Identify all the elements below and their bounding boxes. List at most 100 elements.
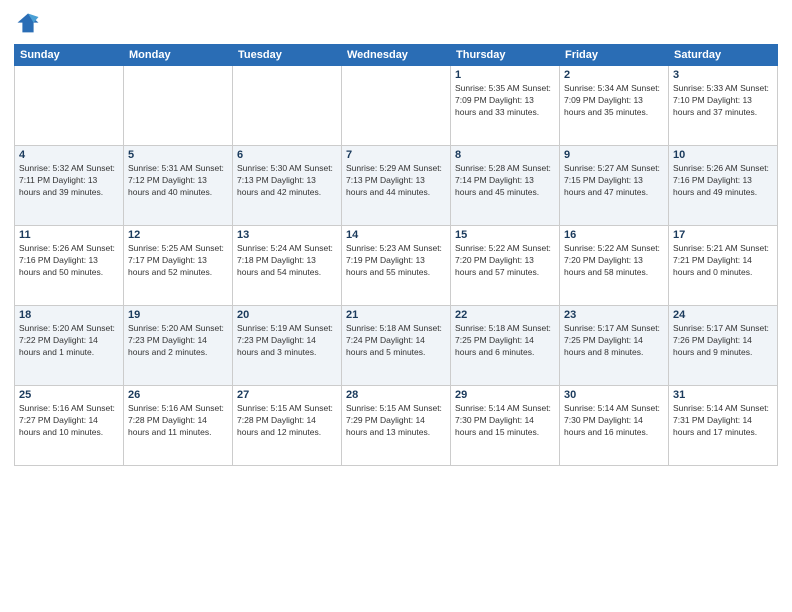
day-info: Sunrise: 5:32 AM Sunset: 7:11 PM Dayligh… bbox=[19, 163, 119, 199]
calendar-cell: 31 Sunrise: 5:14 AM Sunset: 7:31 PM Dayli… bbox=[669, 386, 778, 466]
calendar-cell: 28Sunrise: 5:15 AM Sunset: 7:29 PM Dayli… bbox=[342, 386, 451, 466]
calendar-cell bbox=[124, 66, 233, 146]
day-number: 30 bbox=[564, 389, 664, 401]
day-number: 19 bbox=[128, 309, 228, 321]
calendar-cell: 4 Sunrise: 5:32 AM Sunset: 7:11 PM Daylig… bbox=[15, 146, 124, 226]
calendar-week-row: 25 Sunrise: 5:16 AM Sunset: 7:27 PM Dayli… bbox=[15, 386, 778, 466]
day-number: 21 bbox=[346, 309, 446, 321]
weekday-header: Thursday bbox=[451, 45, 560, 66]
day-info: Sunrise: 5:15 AM Sunset: 7:28 PM Dayligh… bbox=[237, 403, 337, 439]
day-number: 29 bbox=[455, 389, 555, 401]
day-number: 18 bbox=[19, 309, 119, 321]
day-info: Sunrise: 5:26 AM Sunset: 7:16 PM Dayligh… bbox=[673, 163, 773, 199]
calendar-cell: 1 Sunrise: 5:35 AM Sunset: 7:09 PM Daylig… bbox=[451, 66, 560, 146]
day-number: 24 bbox=[673, 309, 773, 321]
day-number: 13 bbox=[237, 229, 337, 241]
day-number: 26 bbox=[128, 389, 228, 401]
day-info: Sunrise: 5:20 AM Sunset: 7:23 PM Dayligh… bbox=[128, 323, 228, 359]
calendar-week-row: 1 Sunrise: 5:35 AM Sunset: 7:09 PM Daylig… bbox=[15, 66, 778, 146]
calendar-cell: 15Sunrise: 5:22 AM Sunset: 7:20 PM Dayli… bbox=[451, 226, 560, 306]
day-info: Sunrise: 5:20 AM Sunset: 7:22 PM Dayligh… bbox=[19, 323, 119, 359]
day-info: Sunrise: 5:16 AM Sunset: 7:28 PM Dayligh… bbox=[128, 403, 228, 439]
calendar-cell: 13 Sunrise: 5:24 AM Sunset: 7:18 PM Dayli… bbox=[233, 226, 342, 306]
calendar-cell: 29 Sunrise: 5:14 AM Sunset: 7:30 PM Dayli… bbox=[451, 386, 560, 466]
calendar-cell: 5 Sunrise: 5:31 AM Sunset: 7:12 PM Daylig… bbox=[124, 146, 233, 226]
day-number: 16 bbox=[564, 229, 664, 241]
calendar-cell: 30 Sunrise: 5:14 AM Sunset: 7:30 PM Dayli… bbox=[560, 386, 669, 466]
calendar-cell: 24 Sunrise: 5:17 AM Sunset: 7:26 PM Dayli… bbox=[669, 306, 778, 386]
calendar-cell: 8Sunrise: 5:28 AM Sunset: 7:14 PM Daylig… bbox=[451, 146, 560, 226]
day-info: Sunrise: 5:18 AM Sunset: 7:24 PM Dayligh… bbox=[346, 323, 446, 359]
day-number: 12 bbox=[128, 229, 228, 241]
day-info: Sunrise: 5:17 AM Sunset: 7:26 PM Dayligh… bbox=[673, 323, 773, 359]
calendar-cell: 23Sunrise: 5:17 AM Sunset: 7:25 PM Dayli… bbox=[560, 306, 669, 386]
day-number: 31 bbox=[673, 389, 773, 401]
calendar-cell: 6 Sunrise: 5:30 AM Sunset: 7:13 PM Daylig… bbox=[233, 146, 342, 226]
weekday-header: Monday bbox=[124, 45, 233, 66]
day-info: Sunrise: 5:18 AM Sunset: 7:25 PM Dayligh… bbox=[455, 323, 555, 359]
calendar-cell: 20Sunrise: 5:19 AM Sunset: 7:23 PM Dayli… bbox=[233, 306, 342, 386]
logo bbox=[14, 10, 46, 38]
calendar-cell: 7 Sunrise: 5:29 AM Sunset: 7:13 PM Daylig… bbox=[342, 146, 451, 226]
page: SundayMondayTuesdayWednesdayThursdayFrid… bbox=[0, 0, 792, 612]
day-info: Sunrise: 5:25 AM Sunset: 7:17 PM Dayligh… bbox=[128, 243, 228, 279]
day-number: 3 bbox=[673, 69, 773, 81]
day-info: Sunrise: 5:22 AM Sunset: 7:20 PM Dayligh… bbox=[564, 243, 664, 279]
calendar-cell: 21 Sunrise: 5:18 AM Sunset: 7:24 PM Dayli… bbox=[342, 306, 451, 386]
day-number: 11 bbox=[19, 229, 119, 241]
day-number: 15 bbox=[455, 229, 555, 241]
calendar-cell: 26 Sunrise: 5:16 AM Sunset: 7:28 PM Dayli… bbox=[124, 386, 233, 466]
day-info: Sunrise: 5:14 AM Sunset: 7:30 PM Dayligh… bbox=[455, 403, 555, 439]
calendar-cell: 25 Sunrise: 5:16 AM Sunset: 7:27 PM Dayli… bbox=[15, 386, 124, 466]
calendar-week-row: 11Sunrise: 5:26 AM Sunset: 7:16 PM Dayli… bbox=[15, 226, 778, 306]
calendar-cell: 27Sunrise: 5:15 AM Sunset: 7:28 PM Dayli… bbox=[233, 386, 342, 466]
calendar-cell bbox=[342, 66, 451, 146]
day-info: Sunrise: 5:21 AM Sunset: 7:21 PM Dayligh… bbox=[673, 243, 773, 279]
calendar-cell: 10 Sunrise: 5:26 AM Sunset: 7:16 PM Dayli… bbox=[669, 146, 778, 226]
calendar-header-row: SundayMondayTuesdayWednesdayThursdayFrid… bbox=[15, 45, 778, 66]
day-number: 28 bbox=[346, 389, 446, 401]
calendar-cell: 14 Sunrise: 5:23 AM Sunset: 7:19 PM Dayli… bbox=[342, 226, 451, 306]
calendar-cell: 12 Sunrise: 5:25 AM Sunset: 7:17 PM Dayli… bbox=[124, 226, 233, 306]
day-info: Sunrise: 5:14 AM Sunset: 7:30 PM Dayligh… bbox=[564, 403, 664, 439]
day-number: 5 bbox=[128, 149, 228, 161]
day-number: 1 bbox=[455, 69, 555, 81]
day-info: Sunrise: 5:30 AM Sunset: 7:13 PM Dayligh… bbox=[237, 163, 337, 199]
day-number: 10 bbox=[673, 149, 773, 161]
day-info: Sunrise: 5:29 AM Sunset: 7:13 PM Dayligh… bbox=[346, 163, 446, 199]
day-number: 14 bbox=[346, 229, 446, 241]
calendar-cell: 18 Sunrise: 5:20 AM Sunset: 7:22 PM Dayli… bbox=[15, 306, 124, 386]
calendar-cell: 17 Sunrise: 5:21 AM Sunset: 7:21 PM Dayli… bbox=[669, 226, 778, 306]
day-number: 20 bbox=[237, 309, 337, 321]
day-info: Sunrise: 5:24 AM Sunset: 7:18 PM Dayligh… bbox=[237, 243, 337, 279]
calendar-cell: 9Sunrise: 5:27 AM Sunset: 7:15 PM Daylig… bbox=[560, 146, 669, 226]
day-info: Sunrise: 5:17 AM Sunset: 7:25 PM Dayligh… bbox=[564, 323, 664, 359]
weekday-header: Sunday bbox=[15, 45, 124, 66]
day-number: 4 bbox=[19, 149, 119, 161]
day-number: 2 bbox=[564, 69, 664, 81]
calendar-cell bbox=[15, 66, 124, 146]
weekday-header: Wednesday bbox=[342, 45, 451, 66]
day-number: 8 bbox=[455, 149, 555, 161]
day-info: Sunrise: 5:23 AM Sunset: 7:19 PM Dayligh… bbox=[346, 243, 446, 279]
day-number: 25 bbox=[19, 389, 119, 401]
calendar-cell: 11Sunrise: 5:26 AM Sunset: 7:16 PM Dayli… bbox=[15, 226, 124, 306]
weekday-header: Friday bbox=[560, 45, 669, 66]
day-number: 6 bbox=[237, 149, 337, 161]
weekday-header: Saturday bbox=[669, 45, 778, 66]
day-number: 9 bbox=[564, 149, 664, 161]
day-info: Sunrise: 5:16 AM Sunset: 7:27 PM Dayligh… bbox=[19, 403, 119, 439]
calendar-cell: 3 Sunrise: 5:33 AM Sunset: 7:10 PM Daylig… bbox=[669, 66, 778, 146]
day-number: 17 bbox=[673, 229, 773, 241]
day-info: Sunrise: 5:14 AM Sunset: 7:31 PM Dayligh… bbox=[673, 403, 773, 439]
calendar-cell: 16 Sunrise: 5:22 AM Sunset: 7:20 PM Dayli… bbox=[560, 226, 669, 306]
day-number: 22 bbox=[455, 309, 555, 321]
calendar-cell: 2 Sunrise: 5:34 AM Sunset: 7:09 PM Daylig… bbox=[560, 66, 669, 146]
day-info: Sunrise: 5:31 AM Sunset: 7:12 PM Dayligh… bbox=[128, 163, 228, 199]
day-info: Sunrise: 5:33 AM Sunset: 7:10 PM Dayligh… bbox=[673, 83, 773, 119]
day-info: Sunrise: 5:34 AM Sunset: 7:09 PM Dayligh… bbox=[564, 83, 664, 119]
day-info: Sunrise: 5:35 AM Sunset: 7:09 PM Dayligh… bbox=[455, 83, 555, 119]
day-number: 7 bbox=[346, 149, 446, 161]
logo-icon bbox=[14, 10, 42, 38]
calendar-cell: 22 Sunrise: 5:18 AM Sunset: 7:25 PM Dayli… bbox=[451, 306, 560, 386]
